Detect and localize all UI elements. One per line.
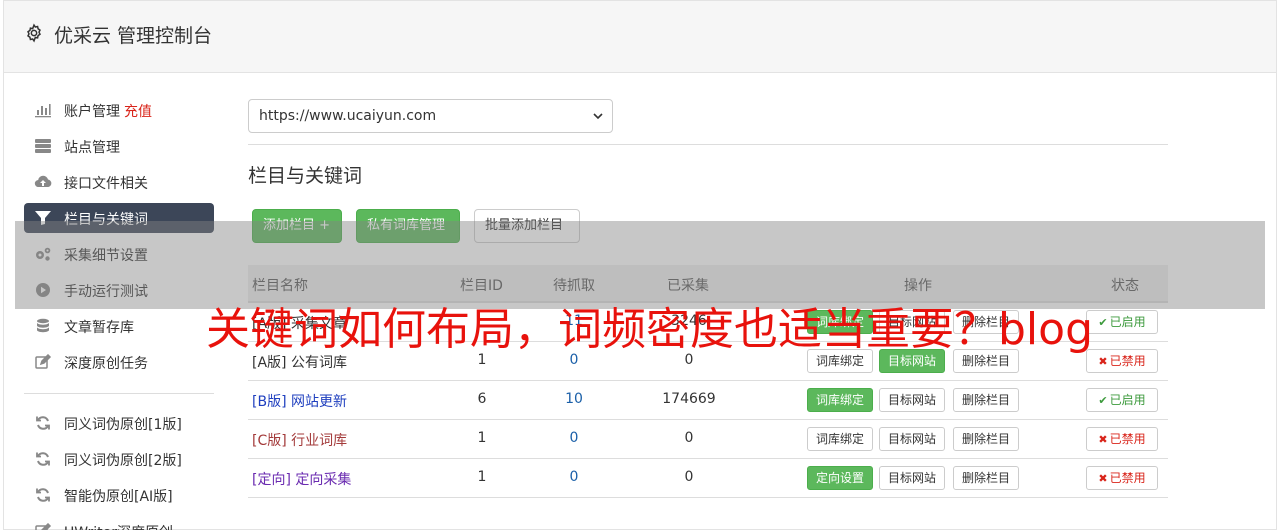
sidebar-item-label: UWriter深度原创 <box>64 525 173 530</box>
collected-count: 0 <box>684 469 694 485</box>
delete-column-button[interactable]: 删除栏目 <box>953 427 1020 451</box>
sidebar-item[interactable]: UWriter深度原创 <box>24 516 214 530</box>
sidebar: 账户管理 充值 站点管理 接口文件相关 栏目与关键词 采集细节设置 手动运行测试 文章暂存库深… <box>24 95 214 530</box>
edit-icon <box>34 353 52 370</box>
status-toggle[interactable]: ✖ 已禁用 <box>1086 349 1158 373</box>
sidebar-item-label: 文章暂存库 <box>64 320 134 336</box>
section-title: 栏目与关键词 <box>248 165 363 187</box>
column-id: 1 <box>477 469 487 485</box>
sidebar-item[interactable]: 深度原创任务 <box>24 347 214 377</box>
column-name: [B版] 网站更新 <box>252 394 347 410</box>
sidebar-item[interactable]: 站点管理 <box>24 131 214 161</box>
status-label: 已禁用 <box>1109 471 1146 485</box>
collected-count: 174669 <box>662 391 716 407</box>
refresh-icon <box>34 451 52 467</box>
sidebar-divider <box>24 393 214 394</box>
sidebar-item-label: 接口文件相关 <box>64 176 148 192</box>
server-icon <box>34 138 52 154</box>
close-icon: ✖ <box>1098 472 1108 485</box>
refresh-icon <box>34 415 52 431</box>
sidebar-item[interactable]: 同义词伪原创[1版] <box>24 408 214 438</box>
close-icon: ✖ <box>1098 355 1108 368</box>
site-select-value: https://www.ucaiyun.com <box>259 108 437 124</box>
pending-count[interactable]: 0 <box>544 430 604 446</box>
sidebar-item[interactable]: 账户管理 充值 <box>24 95 214 125</box>
pending-count[interactable]: 0 <box>544 469 604 485</box>
lexicon-bind-button[interactable]: 词库绑定 <box>807 427 874 451</box>
status-label: 已启用 <box>1109 393 1146 407</box>
delete-column-button[interactable]: 删除栏目 <box>953 466 1020 490</box>
gear-icon <box>27 23 41 43</box>
sidebar-item-label: 站点管理 <box>64 140 120 156</box>
lexicon-bind-button[interactable]: 定向设置 <box>807 466 874 490</box>
overlay-caption: 关键词如何布局，词频密度也适当重要？blog <box>206 304 1094 355</box>
close-icon: ✖ <box>1098 433 1108 446</box>
column-name: [C版] 行业词库 <box>252 433 348 449</box>
sidebar-item[interactable]: 同义词伪原创[2版] <box>24 444 214 474</box>
column-id: 6 <box>477 391 487 407</box>
collected-count: 0 <box>684 430 694 446</box>
target-site-button[interactable]: 目标网站 <box>879 427 946 451</box>
status-toggle[interactable]: ✖ 已禁用 <box>1086 466 1158 490</box>
page-title: 优采云 管理控制台 <box>54 25 213 47</box>
sidebar-item-label: 账户管理 <box>64 104 120 120</box>
page-header: 优采云 管理控制台 <box>4 1 1276 73</box>
pending-count[interactable]: 10 <box>544 391 604 407</box>
sidebar-item-label: 智能伪原创[AI版] <box>64 489 173 505</box>
target-site-button[interactable]: 目标网站 <box>879 466 946 490</box>
refresh-icon <box>34 487 52 503</box>
status-label: 已禁用 <box>1109 432 1146 446</box>
column-id: 1 <box>477 430 487 446</box>
site-select[interactable]: https://www.ucaiyun.com <box>248 99 613 133</box>
status-toggle[interactable]: ✔ 已启用 <box>1086 388 1158 412</box>
edit-icon <box>34 522 52 530</box>
status-label: 已禁用 <box>1109 354 1146 368</box>
recharge-link[interactable]: 充值 <box>124 104 152 120</box>
check-icon: ✔ <box>1098 316 1108 329</box>
main-content: https://www.ucaiyun.com 栏目与关键词 添加栏目 + 私有… <box>248 99 1168 498</box>
table-row: [C版] 行业词库 1 0 0 词库绑定 目标网站 删除栏目 ✖ 已禁用 <box>248 420 1168 459</box>
sidebar-item-label: 深度原创任务 <box>64 356 148 372</box>
sidebar-item-label: 同义词伪原创[2版] <box>64 453 182 469</box>
sidebar-item[interactable]: 文章暂存库 <box>24 311 214 341</box>
column-name: [定向] 定向采集 <box>252 472 352 488</box>
table-row: [定向] 定向采集 1 0 0 定向设置 目标网站 删除栏目 ✖ 已禁用 <box>248 459 1168 498</box>
delete-column-button[interactable]: 删除栏目 <box>953 388 1020 412</box>
status-toggle[interactable]: ✔ 已启用 <box>1086 310 1158 334</box>
table-row: [B版] 网站更新 6 10 174669 词库绑定 目标网站 删除栏目 ✔ 已启用 <box>248 381 1168 420</box>
sidebar-item[interactable]: 智能伪原创[AI版] <box>24 480 214 510</box>
cloud-upload-icon <box>34 174 52 190</box>
sidebar-item-label: 同义词伪原创[1版] <box>64 417 182 433</box>
sidebar-item[interactable]: 接口文件相关 <box>24 167 214 197</box>
status-toggle[interactable]: ✖ 已禁用 <box>1086 427 1158 451</box>
target-site-button[interactable]: 目标网站 <box>879 388 946 412</box>
lexicon-bind-button[interactable]: 词库绑定 <box>807 388 874 412</box>
check-icon: ✔ <box>1098 394 1108 407</box>
chevron-down-icon <box>593 113 603 120</box>
bar-chart-icon <box>34 102 52 118</box>
status-label: 已启用 <box>1109 315 1146 329</box>
database-icon <box>34 318 52 334</box>
divider <box>248 144 1168 145</box>
watermark-band <box>15 221 1265 309</box>
